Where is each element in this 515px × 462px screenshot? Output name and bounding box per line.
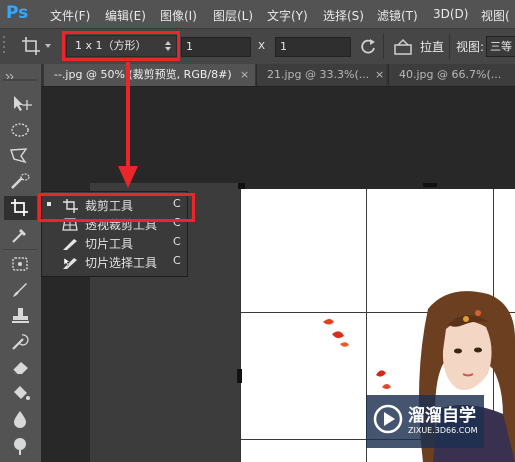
straighten-icon (394, 38, 412, 55)
move-icon (14, 96, 32, 111)
play-logo-icon (373, 404, 403, 434)
height-field[interactable]: 1 (275, 37, 351, 57)
menu-image[interactable]: 图像(I) (160, 7, 197, 24)
spot-healing-icon (12, 257, 28, 271)
collapse-panel-icon[interactable] (5, 66, 15, 81)
healing-tool[interactable] (6, 253, 36, 275)
stamp-tool[interactable] (6, 305, 36, 327)
dodge-tool[interactable] (6, 434, 36, 456)
dodge-icon (14, 438, 26, 455)
menu-layer[interactable]: 图层(L) (213, 7, 253, 24)
quick-select-tool[interactable] (6, 171, 36, 193)
history-brush-icon (12, 334, 29, 350)
crop-border (240, 189, 241, 462)
crop-handle[interactable] (237, 369, 242, 383)
view-select[interactable]: 三等 (486, 36, 515, 57)
clone-stamp-icon (12, 308, 29, 323)
brush-icon (13, 283, 27, 297)
menu-view[interactable]: 视图( (481, 7, 510, 24)
flyout-item-slice[interactable]: 切片工具 C (42, 234, 187, 253)
toolbox-divider (3, 249, 37, 250)
polygonal-lasso-icon (10, 148, 28, 164)
flyout-label: 切片工具 (85, 237, 134, 251)
crop-preset-picker[interactable] (18, 34, 54, 58)
refresh-icon (361, 39, 375, 54)
view-label: 视图: (456, 40, 485, 54)
red-leaves-image (323, 319, 349, 347)
paint-bucket-tool[interactable] (6, 382, 36, 404)
history-brush-tool[interactable] (6, 331, 36, 353)
toolbox-grip (3, 79, 37, 81)
crop-icon (22, 37, 51, 55)
divider (449, 33, 450, 59)
lasso-tool[interactable] (6, 145, 36, 167)
eyedropper-icon (12, 229, 26, 243)
photoshop-logo: Ps (6, 3, 29, 23)
tab-document-2[interactable]: 21.jpg @ 33.3%(... (256, 64, 386, 86)
eraser-icon (12, 362, 28, 375)
blur-drop-icon (14, 411, 26, 428)
blur-tool[interactable] (6, 408, 36, 430)
divider (383, 33, 384, 59)
watermark-url: ZIXUE.3D66.COM (408, 426, 478, 435)
options-grip[interactable] (2, 34, 8, 58)
shortcut-key: C (173, 235, 181, 248)
watermark-title: 溜溜自学 (408, 406, 476, 426)
red-leaves-image (376, 370, 391, 389)
annotation-arrow (118, 62, 138, 188)
elliptical-marquee-icon (11, 123, 29, 137)
canvas[interactable]: 溜溜自学 ZIXUE.3D66.COM (240, 189, 515, 462)
brush-tool[interactable] (6, 279, 36, 301)
eraser-tool[interactable] (6, 356, 36, 378)
watermark-badge: 溜溜自学 ZIXUE.3D66.COM (366, 395, 484, 448)
swap-button[interactable] (358, 37, 378, 57)
slice-knife-icon (63, 239, 77, 250)
crop-tool[interactable] (6, 197, 36, 219)
move-tool[interactable] (6, 92, 36, 114)
crop-handle[interactable] (238, 183, 245, 189)
crop-tool-icon (11, 199, 28, 216)
marquee-tool[interactable] (6, 119, 36, 141)
eyedropper-tool[interactable] (6, 224, 36, 246)
tab-document-1[interactable]: --.jpg @ 50% (裁剪预览, RGB/8#) × (44, 64, 255, 86)
width-field[interactable]: 1 (181, 37, 251, 57)
straighten-button[interactable] (392, 37, 414, 57)
paint-bucket-icon (14, 386, 30, 400)
quick-selection-icon (11, 173, 30, 189)
menu-edit[interactable]: 编辑(E) (105, 7, 146, 24)
crop-handle[interactable] (423, 183, 437, 187)
tab-label: 21.jpg @ 33.3%(... (267, 68, 370, 81)
flyout-label: 切片选择工具 (85, 256, 158, 270)
straighten-label: 拉直 (420, 40, 445, 54)
menu-file[interactable]: 文件(F) (50, 7, 90, 24)
times-label: x (258, 38, 266, 52)
flyout-item-slice-select[interactable]: 切片选择工具 C (42, 253, 187, 272)
slice-select-icon (63, 257, 77, 269)
menu-type[interactable]: 文字(Y) (267, 7, 308, 24)
menu-filter[interactable]: 滤镜(T) (377, 7, 418, 24)
ratio-highlight-box (62, 31, 180, 61)
close-icon[interactable]: × (240, 64, 249, 86)
tab-label: --.jpg @ 50% (裁剪预览, RGB/8#) (54, 68, 232, 81)
flyout-highlight-box (38, 193, 195, 222)
shortcut-key: C (173, 254, 181, 267)
menu-3d[interactable]: 3D(D) (433, 7, 468, 21)
tab-label: 40.jpg @ 66.7%(... (399, 68, 502, 81)
tab-document-3[interactable]: 40.jpg @ 66.7%(... (388, 64, 515, 86)
close-icon[interactable]: × (375, 68, 384, 81)
menu-select[interactable]: 选择(S) (323, 7, 364, 24)
